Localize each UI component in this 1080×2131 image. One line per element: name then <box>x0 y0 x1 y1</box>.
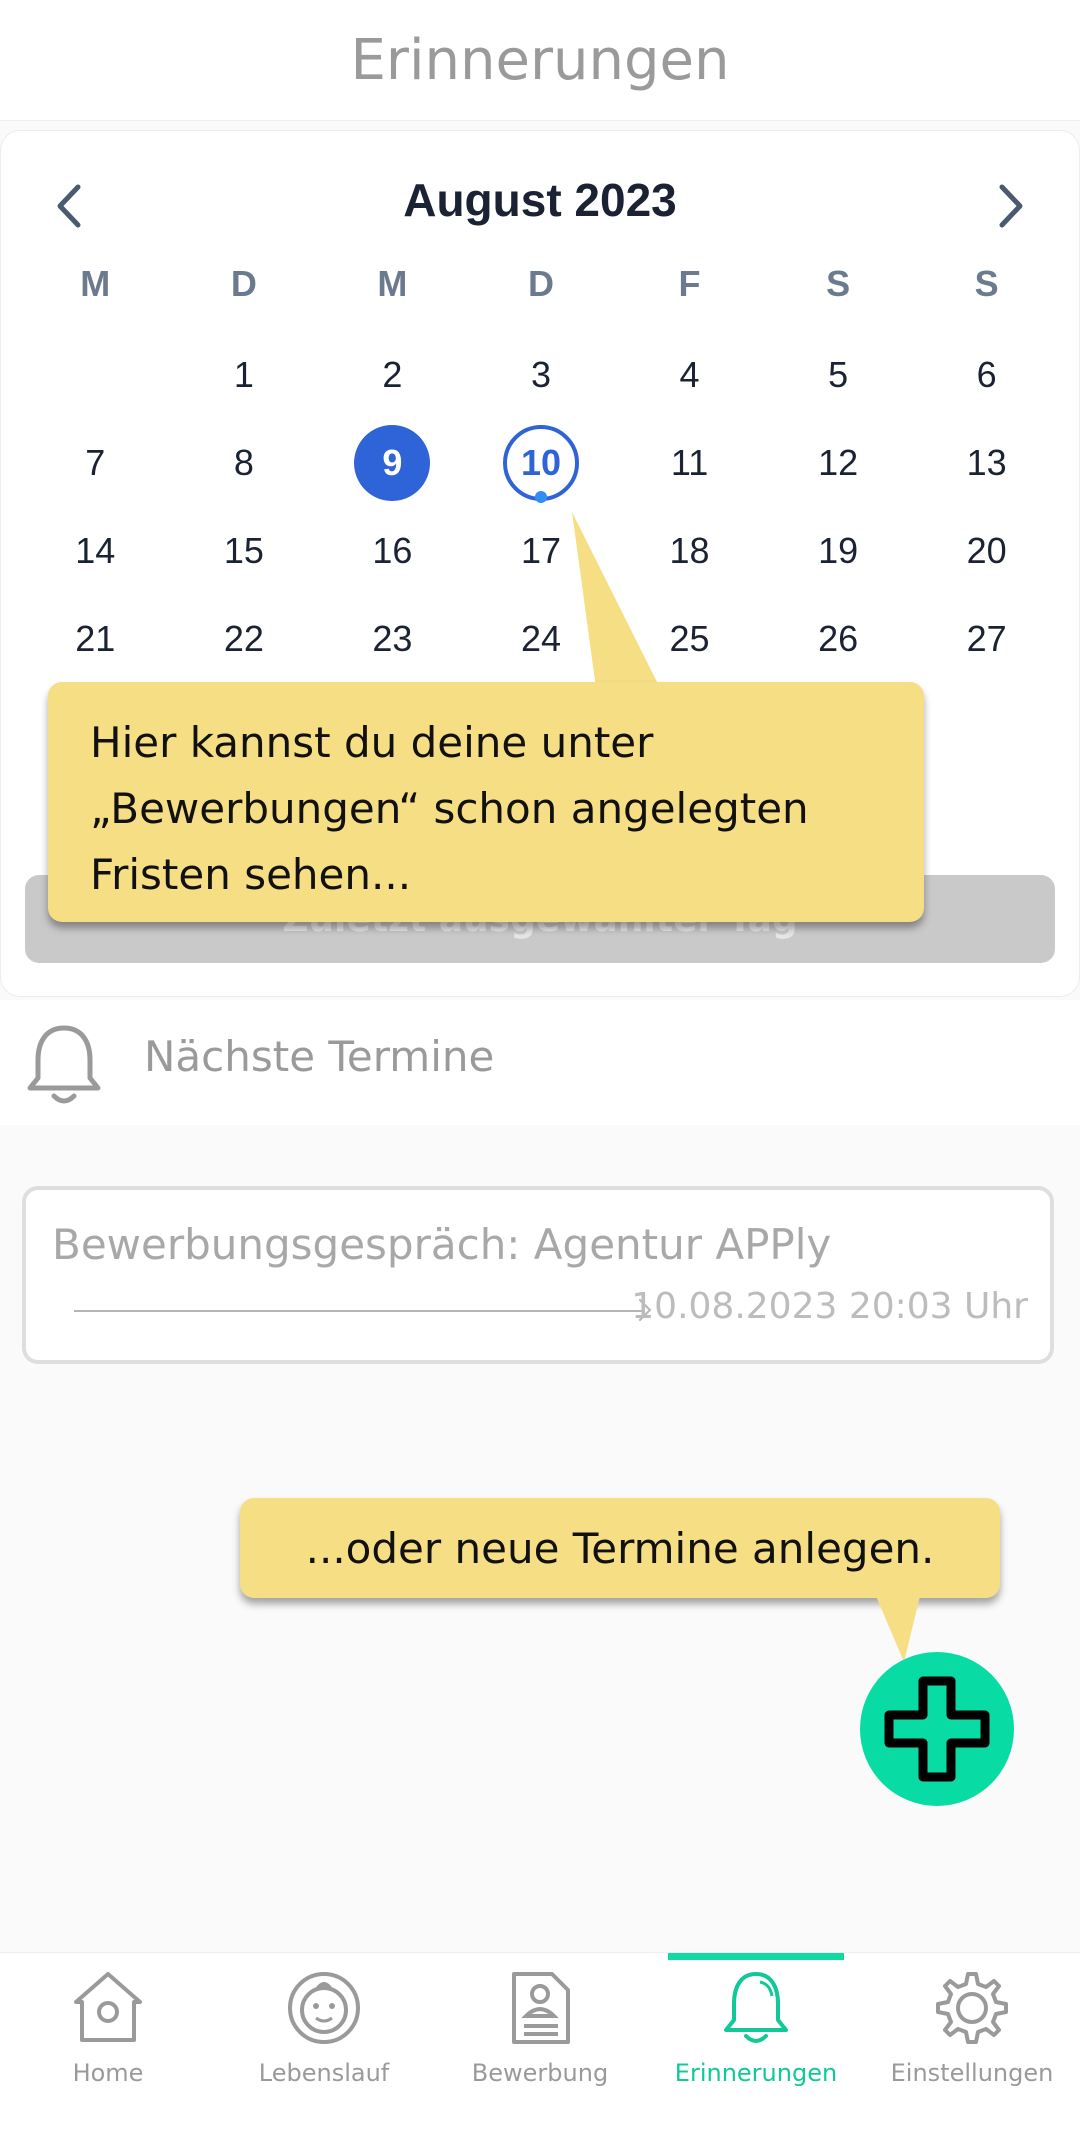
calendar-hint-text: Hier kannst du deine unter „Bewerbungen“… <box>90 718 809 899</box>
calendar-day-number: 5 <box>828 354 849 395</box>
nav-label: Lebenslauf <box>258 2059 390 2087</box>
calendar-day[interactable]: 6 <box>912 331 1061 419</box>
calendar-day[interactable]: 3 <box>467 331 616 419</box>
calendar-day[interactable]: 12 <box>764 419 913 507</box>
calendar-day[interactable]: 2 <box>318 331 467 419</box>
calendar-day[interactable]: 23 <box>318 595 467 683</box>
calendar-week-row: 7 8 9 10 11 12 13 <box>21 419 1061 507</box>
event-dot <box>534 491 547 503</box>
face-icon <box>288 1972 360 2044</box>
plus-icon <box>884 1676 990 1782</box>
calendar-day[interactable]: 9 <box>318 419 467 507</box>
calendar-day[interactable]: 15 <box>170 507 319 595</box>
gear-icon <box>936 1972 1008 2044</box>
calendar-day[interactable]: 14 <box>21 507 170 595</box>
nav-erinnerungen[interactable]: Erinnerungen <box>648 1953 864 2131</box>
calendar-day-number: 2 <box>382 354 403 395</box>
chevron-right-icon <box>999 184 1023 228</box>
nav-home[interactable]: Home <box>0 1953 216 2131</box>
weekday-label: D <box>230 263 257 304</box>
calendar-day-number: 8 <box>233 442 254 483</box>
calendar-day[interactable]: 21 <box>21 595 170 683</box>
calendar-day[interactable]: 26 <box>764 595 913 683</box>
add-appointment-button[interactable] <box>860 1652 1014 1806</box>
calendar-day[interactable]: 16 <box>318 507 467 595</box>
tooltip-pointer <box>572 512 660 688</box>
calendar-day-number: 20 <box>966 530 1007 571</box>
calendar-day[interactable]: 11 <box>615 419 764 507</box>
calendar-day-number: 22 <box>223 618 264 659</box>
calendar-day-number: 1 <box>233 354 254 395</box>
add-hint-tooltip: ...oder neue Termine anlegen. <box>240 1498 1000 1598</box>
nav-label: Bewerbung <box>471 2059 609 2087</box>
appointment-title: Bewerbungsgespräch: Agentur APPly <box>52 1220 832 1269</box>
nav-lebenslauf[interactable]: Lebenslauf <box>216 1953 432 2131</box>
weekday-label: S <box>826 263 851 304</box>
calendar-day-number: 4 <box>679 354 700 395</box>
birdhouse-icon <box>74 1972 142 2042</box>
calendar-grid: 1 2 3 4 5 6 7 8 9 10 11 12 13 14 15 16 17 18 19 20 21 22 23 24 2… <box>21 331 1061 683</box>
weekday-label: S <box>974 263 999 304</box>
calendar-day[interactable]: 19 <box>764 507 913 595</box>
timeline-arrow <box>74 1310 644 1312</box>
calendar-day-number: 16 <box>372 530 413 571</box>
calendar-day-number: 7 <box>85 442 106 483</box>
nav-label: Erinnerungen <box>674 2059 838 2087</box>
calendar-day-number: 14 <box>75 530 116 571</box>
calendar-day-number: 26 <box>818 618 859 659</box>
calendar-week-row: 21 22 23 24 25 26 27 <box>21 595 1061 683</box>
calendar-day[interactable]: 22 <box>170 595 319 683</box>
calendar-day-number: 10 <box>502 425 579 501</box>
nav-einstellungen[interactable]: Einstellungen <box>864 1953 1080 2131</box>
calendar-hint-tooltip: Hier kannst du deine unter „Bewerbungen“… <box>48 682 924 922</box>
calendar-week-row: 1 2 3 4 5 6 <box>21 331 1061 419</box>
calendar-day[interactable]: 5 <box>764 331 913 419</box>
calendar-day-number: 27 <box>966 618 1007 659</box>
calendar-day[interactable]: 20 <box>912 507 1061 595</box>
calendar-day-number: 13 <box>966 442 1007 483</box>
nav-label: Home <box>72 2059 144 2087</box>
appointment-time: 10.08.2023 20:03 Uhr <box>631 1286 1028 1327</box>
nav-bewerbung[interactable]: Bewerbung <box>432 1953 648 2131</box>
page-title: Erinnerungen <box>350 27 730 93</box>
calendar-day[interactable]: 27 <box>912 595 1061 683</box>
section-title: Nächste Termine <box>144 1032 495 1081</box>
next-month-button[interactable] <box>981 171 1041 241</box>
weekday-header: M D M D F S S <box>21 263 1061 305</box>
calendar-day[interactable]: 7 <box>21 419 170 507</box>
bottom-navigation: Home Lebenslauf Bewerbung Erinnerungen E… <box>0 1952 1080 2131</box>
calendar-day-number: 19 <box>818 530 859 571</box>
calendar-day-number: 12 <box>818 442 859 483</box>
calendar-day[interactable]: 4 <box>615 331 764 419</box>
weekday-label: M <box>377 263 408 304</box>
calendar-week-row: 14 15 16 17 18 19 20 <box>21 507 1061 595</box>
weekday-label: D <box>527 263 554 304</box>
calendar-day[interactable]: 10 <box>467 419 616 507</box>
app-header: Erinnerungen <box>0 0 1080 121</box>
bell-icon <box>724 1972 788 2043</box>
calendar-day-number: 21 <box>75 618 116 659</box>
calendar-day[interactable]: 1 <box>170 331 319 419</box>
weekday-label: F <box>678 263 701 304</box>
calendar-day-number: 6 <box>976 354 997 395</box>
active-tab-indicator <box>668 1953 844 1960</box>
month-title: August 2023 <box>403 174 677 226</box>
calendar-day[interactable]: 8 <box>170 419 319 507</box>
calendar-day-number: 11 <box>670 442 709 483</box>
calendar-day-number: 15 <box>223 530 264 571</box>
calendar-day-number: 9 <box>354 425 431 501</box>
bell-icon <box>27 1025 101 1104</box>
document-icon <box>512 1972 570 2044</box>
appointment-card[interactable]: Bewerbungsgespräch: Agentur APPly 10.08.… <box>22 1186 1054 1364</box>
calendar-day-number: 23 <box>372 618 413 659</box>
calendar-empty-cell <box>21 331 170 419</box>
weekday-label: M <box>80 263 111 304</box>
calendar-day[interactable]: 13 <box>912 419 1061 507</box>
nav-label: Einstellungen <box>890 2059 1054 2087</box>
calendar-day-number: 3 <box>530 354 551 395</box>
add-hint-text: ...oder neue Termine anlegen. <box>305 1523 935 1573</box>
